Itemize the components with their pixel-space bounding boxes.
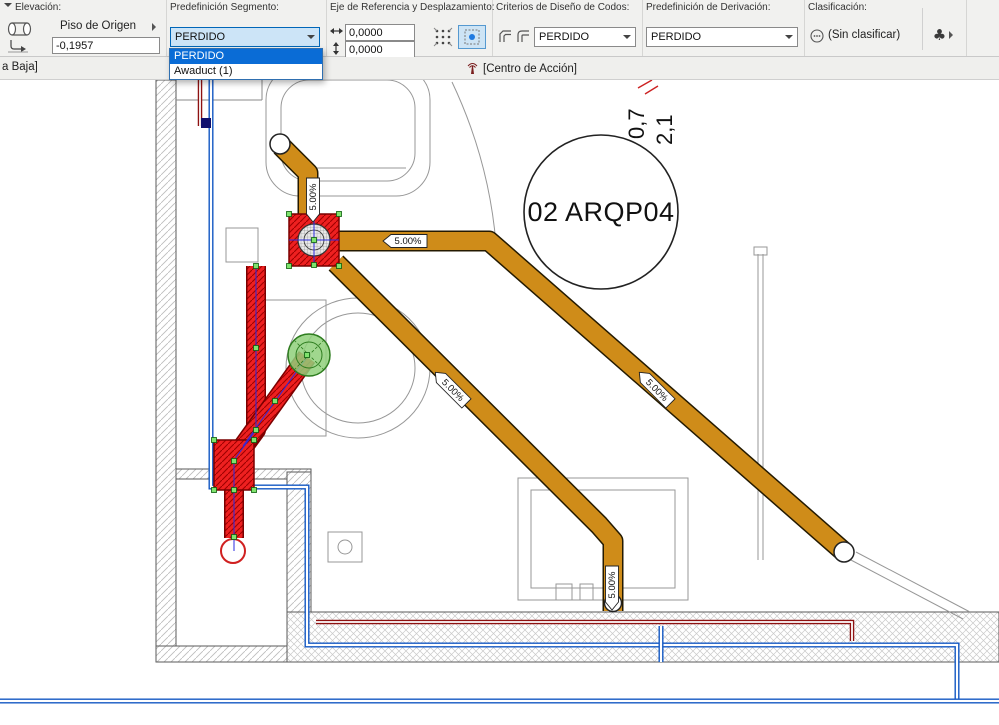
- dimension-text: 2,1: [652, 114, 677, 145]
- classification-icon: [808, 27, 825, 44]
- toolbar-section-reference-axis: Eje de Referencia y Desplazamiento:: [326, 0, 495, 58]
- toolbar-section-elevation: Elevación: Piso de Origen: [0, 0, 167, 56]
- classification-value[interactable]: (Sin clasificar): [828, 29, 900, 41]
- action-center-label: [Centro de Acción]: [483, 63, 577, 75]
- branch-preset-label: Predefinición de Derivación:: [646, 2, 771, 13]
- reference-axis-label: Eje de Referencia y Desplazamiento:: [330, 2, 495, 13]
- duct-vertical-top: [273, 138, 319, 215]
- fixture-small-box: [225, 227, 259, 263]
- fixture-top: [265, 65, 431, 197]
- elbow-curved-icon[interactable]: [514, 27, 531, 44]
- floor-box: [327, 531, 363, 563]
- combo-arrow-icon[interactable]: [618, 28, 635, 46]
- segment-preset-dropdown: PERDIDO Awaduct (1): [169, 48, 323, 80]
- svg-text:5.00%: 5.00%: [607, 571, 618, 598]
- classification-label: Clasificación:: [808, 2, 867, 13]
- origin-flyout-icon[interactable]: [152, 23, 160, 31]
- room-label: 02 ARQP04: [527, 197, 674, 227]
- elevation-section-label: Elevación:: [15, 2, 62, 13]
- elevation-input[interactable]: [52, 37, 160, 54]
- curved-wall-edge: [451, 81, 497, 245]
- selected-drain-assembly[interactable]: [213, 213, 340, 564]
- dropdown-item-awaduct[interactable]: Awaduct (1): [170, 64, 322, 79]
- dimension-ticks: [637, 79, 659, 95]
- offset-y-input[interactable]: [345, 41, 415, 58]
- dimension-text: 0,7: [624, 108, 649, 139]
- action-center-tab[interactable]: [Centro de Acción]: [466, 60, 577, 78]
- separator: [922, 8, 923, 50]
- slope-label: 5.00%: [382, 234, 428, 248]
- slope-label: 5.00%: [306, 177, 320, 223]
- toolbar-section-elbow-design: Criterios de Diseño de Codos: PERDIDO: [492, 0, 643, 56]
- corner-diagonal: [855, 551, 971, 613]
- dimension-texts: 0,7 2,1: [624, 79, 677, 145]
- dropdown-item-perdido[interactable]: PERDIDO: [170, 49, 322, 64]
- origin-story-label[interactable]: Piso de Origen: [60, 20, 136, 32]
- segment-preset-label: Predefinición Segmento:: [170, 2, 279, 13]
- toolbar-section-classification: Clasificación: (Sin clasificar) ♣: [804, 0, 967, 56]
- clover-icon: ♣: [932, 26, 947, 44]
- riser-symbol: [201, 118, 211, 128]
- flyout-icon: [949, 31, 957, 39]
- vertical-offset-icon: [329, 41, 343, 55]
- segment-preset-combo[interactable]: PERDIDO: [170, 27, 320, 47]
- branch-preset-value: PERDIDO: [651, 31, 702, 43]
- pipes[interactable]: [0, 80, 999, 704]
- project-to-story-icon[interactable]: [6, 38, 30, 54]
- collapse-chevron-icon[interactable]: [4, 3, 12, 11]
- tab-floor-plan[interactable]: a Baja]: [2, 61, 38, 73]
- segment-preset-value: PERDIDO: [175, 31, 226, 43]
- combo-arrow-icon[interactable]: [302, 28, 319, 46]
- room-tag[interactable]: 02 ARQP04: [523, 134, 679, 290]
- toolbar-section-branch-preset: Predefinición de Derivación: PERDIDO: [642, 0, 805, 56]
- classification-manager-button[interactable]: ♣: [928, 22, 962, 48]
- axis-target-button[interactable]: [458, 25, 486, 49]
- elbow-design-value: PERDIDO: [539, 31, 590, 43]
- elbow-sharp-icon[interactable]: [496, 27, 513, 44]
- reference-point-grid-icon[interactable]: [432, 26, 454, 48]
- elbow-design-combo[interactable]: PERDIDO: [534, 27, 636, 47]
- offset-x-input[interactable]: [345, 24, 415, 41]
- svg-text:5.00%: 5.00%: [308, 183, 319, 210]
- combo-arrow-icon[interactable]: [780, 28, 797, 46]
- floor-plan-canvas[interactable]: 02 ARQP04 5.00% 5.00% 5.00% 5.00% 5.00% …: [0, 65, 999, 720]
- pipe-open-end[interactable]: [220, 538, 246, 564]
- duct-open-end: [833, 541, 855, 563]
- branch-preset-combo[interactable]: PERDIDO: [646, 27, 798, 47]
- elbow-design-label: Criterios de Diseño de Codos:: [496, 2, 630, 13]
- svg-text:5.00%: 5.00%: [395, 236, 422, 247]
- toolbar: Elevación: Piso de Origen Predefinición …: [0, 0, 999, 58]
- tab-bar: a Baja] [Centro de Acción]: [0, 57, 999, 80]
- duct-open-end: [269, 133, 291, 155]
- pipe-icon[interactable]: [6, 20, 34, 38]
- action-center-icon: [466, 60, 479, 78]
- horizontal-offset-icon: [329, 24, 343, 38]
- slope-label: 5.00%: [605, 565, 619, 611]
